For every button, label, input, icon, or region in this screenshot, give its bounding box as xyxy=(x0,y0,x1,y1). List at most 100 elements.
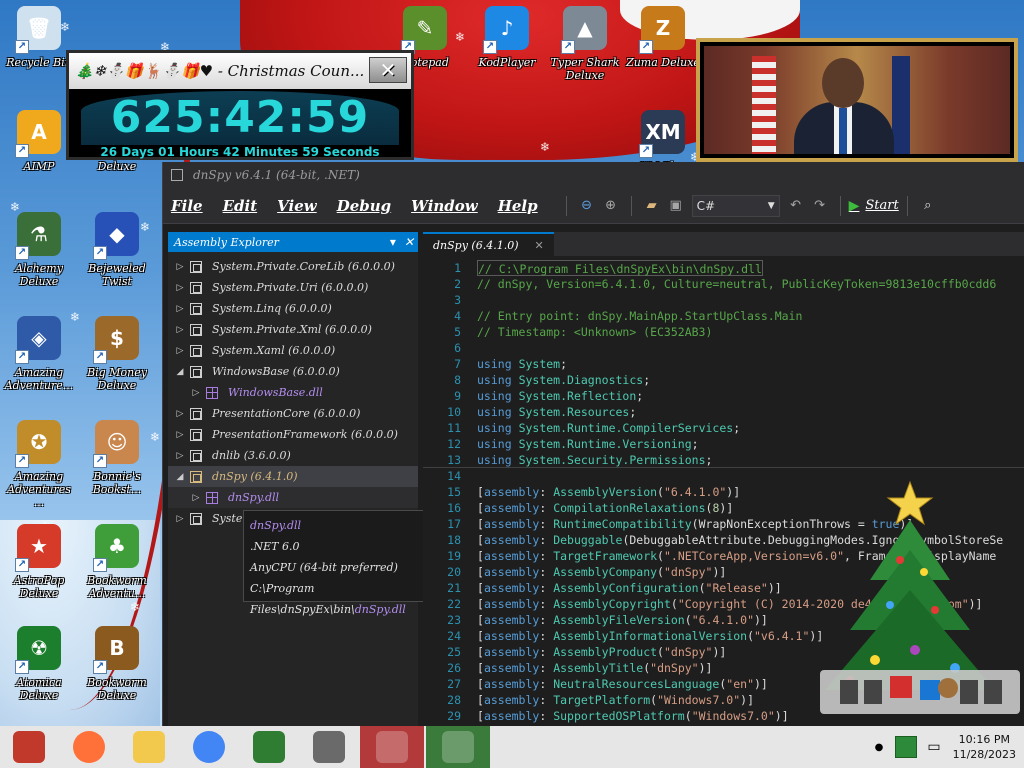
save-icon[interactable]: ▣ xyxy=(666,196,686,216)
expand-icon[interactable]: ▷ xyxy=(174,304,186,314)
code-text: [assembly: RuntimeCompatibility(WrapNonE… xyxy=(477,517,914,531)
taskbar-button[interactable] xyxy=(60,726,118,768)
tooltip-path-file: dnSpy.dll xyxy=(354,603,406,616)
desktop-icon[interactable]: ☺ ↗ Bonnie's Bookst... xyxy=(80,420,154,496)
module-icon xyxy=(206,491,218,504)
panel-close-icon[interactable]: ✕ xyxy=(404,235,414,249)
menu-file[interactable]: File xyxy=(171,197,203,215)
desktop-icon[interactable]: B ↗ Bookworm Deluxe xyxy=(80,626,154,702)
desktop-icon-label: Deluxe xyxy=(97,160,137,173)
expand-icon[interactable]: ▷ xyxy=(174,514,186,524)
tab-dnspy[interactable]: dnSpy (6.4.1.0) ✕ xyxy=(423,232,554,256)
navigate-forward-icon[interactable]: ⊕ xyxy=(601,196,621,216)
christmas-countdown-widget[interactable]: 🎄❄⛄🎁🦌⛄🎁♥ - Christmas Coun... ✕ 625:42:59… xyxy=(66,50,414,160)
assembly-icon xyxy=(190,428,202,441)
code-text: [assembly: AssemblyInformationalVersion(… xyxy=(477,629,824,643)
navigate-back-icon[interactable]: ⊖ xyxy=(577,196,597,216)
code-line: 1 // C:\Program Files\dnSpyEx\bin\dnSpy.d… xyxy=(423,260,1024,276)
desktop-icon[interactable]: ♪ ↗ KodPlayer xyxy=(470,6,544,69)
desktop-icon[interactable]: ♣ ↗ Bookworm Adventu... xyxy=(80,524,154,600)
expand-icon[interactable]: ▷ xyxy=(174,283,186,293)
menu-edit[interactable]: Edit xyxy=(223,197,258,215)
expand-icon[interactable]: ▷ xyxy=(174,430,186,440)
expand-icon[interactable]: ▷ xyxy=(174,451,186,461)
desktop-icon[interactable]: ★ ↗ AstroPop Deluxe xyxy=(2,524,76,600)
desktop-icon[interactable]: ▲ ↗ Typer Shark Deluxe xyxy=(548,6,622,82)
line-number: 23 xyxy=(447,613,461,627)
desktop-icon[interactable]: ◆ ↗ Bejeweled Twist xyxy=(80,212,154,288)
dnspy-window: dnSpy v6.4.1 (64-bit, .NET) File Edit Vi… xyxy=(162,162,1024,726)
taskbar-button[interactable] xyxy=(426,726,490,768)
code-text: using System.Diagnostics; xyxy=(477,373,651,387)
tab-close-icon[interactable]: ✕ xyxy=(534,239,543,252)
countdown-close-button[interactable]: ✕ xyxy=(369,57,407,83)
desktop-icon[interactable]: ⚗ ↗ Alchemy Deluxe xyxy=(2,212,76,288)
menu-debug[interactable]: Debug xyxy=(337,197,391,215)
panel-menu-icon[interactable]: ▾ xyxy=(390,235,396,249)
expand-icon[interactable]: ▷ xyxy=(174,325,186,335)
tree-item[interactable]: ▷ System.Xaml (6.0.0.0) xyxy=(168,340,418,361)
expand-icon[interactable]: ▷ xyxy=(174,409,186,419)
toolbar-separator xyxy=(565,195,567,216)
open-folder-icon[interactable]: ▰ xyxy=(642,196,662,216)
assembly-icon xyxy=(190,281,202,294)
code-text: [assembly: TargetFramework(".NETCoreApp,… xyxy=(477,549,997,563)
taskbar-button[interactable] xyxy=(120,726,178,768)
menu-view[interactable]: View xyxy=(277,197,317,215)
network-icon[interactable] xyxy=(895,736,918,758)
expand-icon[interactable]: ▷ xyxy=(174,346,186,356)
tree-item-label: dnSpy.dll xyxy=(228,491,280,504)
desktop-icon[interactable]: A ↗ AIMP xyxy=(2,110,76,173)
expand-icon[interactable]: ▷ xyxy=(190,493,202,503)
zuma-deluxe-icon: Z ↗ xyxy=(639,6,685,54)
code-text: [assembly: AssemblyProduct("dnSpy")] xyxy=(477,645,727,659)
tree-item[interactable]: ▷ dnlib (3.6.0.0) xyxy=(168,445,418,466)
undo-icon[interactable]: ↶ xyxy=(786,196,806,216)
taskbar-clock[interactable]: 10:16 PM 11/28/2023 xyxy=(945,732,1024,762)
search-icon[interactable]: ⌕ xyxy=(918,196,938,216)
menu-window[interactable]: Window xyxy=(411,197,478,215)
desktop-icon[interactable]: ◈ ↗ Amazing Adventure... xyxy=(2,316,76,392)
tree-item[interactable]: ▷ PresentationFramework (6.0.0.0) xyxy=(168,424,418,445)
desktop-icon[interactable]: $ ↗ Big Money Deluxe xyxy=(80,316,154,392)
code-line: 11 using System.Runtime.CompilerServices; xyxy=(423,420,1024,436)
tree-item[interactable]: ▷ WindowsBase.dll xyxy=(168,382,418,403)
taskbar-button[interactable] xyxy=(180,726,238,768)
taskbar-button[interactable] xyxy=(300,726,358,768)
taskbar-button[interactable] xyxy=(360,726,424,768)
tree-item[interactable]: ▷ System.Linq (6.0.0.0) xyxy=(168,298,418,319)
tree-item[interactable]: ▷ dnSpy.dll xyxy=(168,487,418,508)
display-icon[interactable]: ▭ xyxy=(927,739,940,755)
desktop-icon[interactable]: ☢ ↗ Atomica Deluxe xyxy=(2,626,76,702)
code-text: [assembly: AssemblyVersion("6.4.1.0")] xyxy=(477,485,741,499)
expand-icon[interactable]: ▷ xyxy=(190,388,202,398)
notification-dot-icon[interactable]: ● xyxy=(875,742,884,753)
tree-item[interactable]: ◢ WindowsBase (6.0.0.0) xyxy=(168,361,418,382)
tree-item[interactable]: ▷ System.Private.Xml (6.0.0.0) xyxy=(168,319,418,340)
tree-item-label: System.Private.Uri (6.0.0.0) xyxy=(212,281,369,294)
code-view[interactable]: 1 // C:\Program Files\dnSpyEx\bin\dnSpy.d… xyxy=(423,260,1024,726)
expand-icon[interactable]: ▷ xyxy=(174,262,186,272)
tree-item[interactable]: ◢ dnSpy (6.4.1.0) xyxy=(168,466,418,487)
desktop-icon-label: Bonnie's Bookst... xyxy=(92,470,142,496)
taskbar-button[interactable] xyxy=(0,726,58,768)
desktop-icon[interactable]: Z ↗ Zuma Deluxe xyxy=(626,6,700,69)
desktop-icon[interactable]: 🗑 ↗ Recycle Bin xyxy=(2,6,76,69)
collapse-icon[interactable]: ◢ xyxy=(174,472,186,482)
tree-item[interactable]: ▷ PresentationCore (6.0.0.0) xyxy=(168,403,418,424)
atomica-deluxe-icon: ☢ ↗ xyxy=(15,626,61,674)
taskbar-button[interactable] xyxy=(240,726,298,768)
dnspy-titlebar[interactable]: dnSpy v6.4.1 (64-bit, .NET) xyxy=(163,162,1024,188)
tree-item[interactable]: ▷ System.Private.CoreLib (6.0.0.0) xyxy=(168,256,418,277)
menu-help[interactable]: Help xyxy=(498,197,538,215)
code-line: 18 [assembly: Debuggable(DebuggableAttrib… xyxy=(423,532,1024,548)
redo-icon[interactable]: ↷ xyxy=(810,196,830,216)
tree-item[interactable]: ▷ System.Private.Uri (6.0.0.0) xyxy=(168,277,418,298)
collapse-icon[interactable]: ◢ xyxy=(174,367,186,377)
language-combo[interactable]: C# ▼ xyxy=(691,194,780,217)
start-debug-button[interactable]: ▶ Start xyxy=(849,198,899,214)
desktop-icon[interactable]: ✪ ↗ Amazing Adventures ... xyxy=(2,420,76,509)
tree-item-label: System.Xaml (6.0.0.0) xyxy=(212,344,336,357)
assembly-explorer-title: Assembly Explorer xyxy=(174,235,279,249)
photo-image xyxy=(704,46,1010,154)
